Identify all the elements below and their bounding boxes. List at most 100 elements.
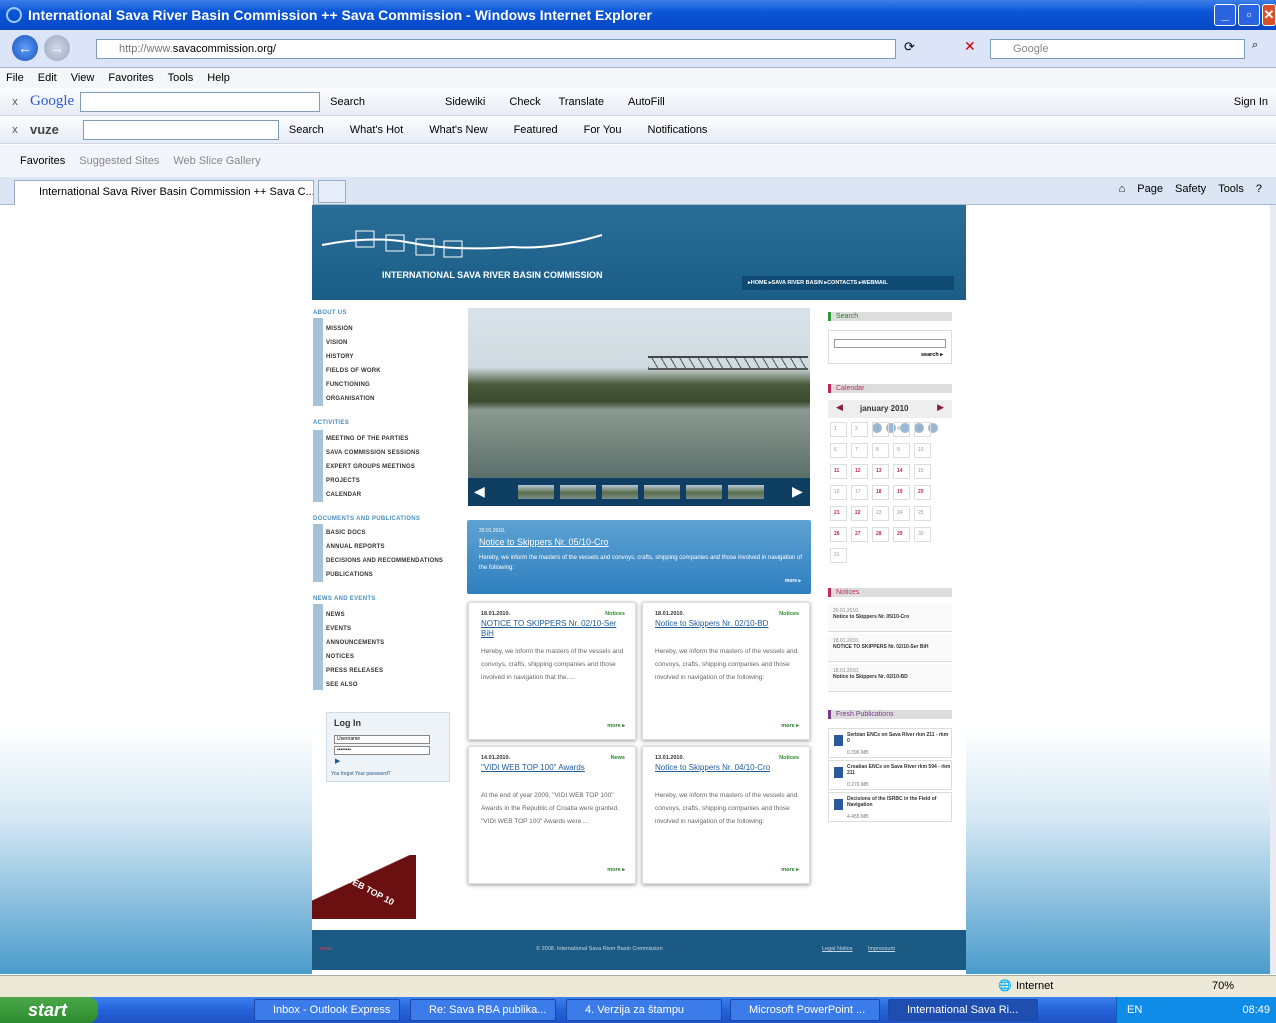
task-sava-rba[interactable]: Re: Sava RBA publika... <box>410 999 556 1021</box>
slide-thumb[interactable] <box>686 485 722 499</box>
calendar-day[interactable]: 20 <box>914 485 931 500</box>
card-more-link[interactable]: more ▸ <box>607 867 625 873</box>
site-search-button[interactable]: search ▸ <box>921 352 943 358</box>
calendar-day[interactable]: 21 <box>830 506 847 521</box>
whats-hot-button[interactable]: What's Hot <box>350 124 403 136</box>
card-title-link[interactable]: NOTICE TO SKIPPERS Nr. 02/10-Ser BiH <box>481 619 629 639</box>
legal-notice-link[interactable]: Legal Notice <box>822 946 853 952</box>
menu-see-also[interactable]: SEE ALSO <box>326 682 358 688</box>
close-button[interactable]: ✕ <box>1262 4 1276 26</box>
vuze-search-button[interactable]: Search <box>289 124 324 136</box>
slide-thumb[interactable] <box>602 485 638 499</box>
featured-more-link[interactable]: more ▸ <box>785 578 801 584</box>
for-you-button[interactable]: For You <box>584 124 622 136</box>
password-field[interactable]: •••••••• <box>334 746 430 755</box>
section-about-us[interactable]: ABOUT US <box>313 310 347 316</box>
prev-slide-icon[interactable]: ◀ <box>474 483 485 500</box>
help-icon[interactable]: ? <box>1256 183 1262 195</box>
task-ie-sava[interactable]: International Sava Ri... <box>888 999 1038 1021</box>
forward-icon[interactable]: → <box>44 35 70 61</box>
start-button[interactable]: start <box>0 997 98 1023</box>
language-indicator[interactable]: EN <box>1127 1004 1142 1016</box>
menu-view[interactable]: View <box>71 72 95 84</box>
publication-item[interactable]: Decisions of the ISRBC in the Field of N… <box>828 792 952 822</box>
vidi-award-badge[interactable]: VIDI WEB TOP 10 2009 <box>312 855 416 919</box>
favorites-button[interactable]: Favorites <box>20 155 65 167</box>
footer-brand[interactable]: neoo <box>320 946 332 952</box>
card-more-link[interactable]: more ▸ <box>607 723 625 729</box>
slide-thumb[interactable] <box>728 485 764 499</box>
publication-item[interactable]: Croatian ENCs on Sava River rkm 594 - rk… <box>828 760 952 790</box>
site-search-input[interactable] <box>834 339 946 348</box>
slide-thumb[interactable] <box>518 485 554 499</box>
google-search-button[interactable]: Search <box>330 96 365 108</box>
url-input[interactable]: http://www.savacommission.org/ <box>96 39 896 59</box>
menu-publications[interactable]: PUBLICATIONS <box>326 572 373 578</box>
close-toolbar-icon[interactable]: x <box>0 96 30 108</box>
slide-thumb[interactable] <box>644 485 680 499</box>
stop-icon[interactable]: ✕ <box>964 38 976 55</box>
menu-press-releases[interactable]: PRESS RELEASES <box>326 668 383 674</box>
tab-active[interactable]: International Sava River Basin Commissio… <box>14 180 314 205</box>
prev-month-icon[interactable]: ◀ <box>836 402 843 413</box>
task-outlook[interactable]: Inbox - Outlook Express <box>254 999 400 1021</box>
menu-commission-sessions[interactable]: SAVA COMMISSION SESSIONS <box>326 450 420 456</box>
menu-functioning[interactable]: FUNCTIONING <box>326 382 370 388</box>
menu-history[interactable]: HISTORY <box>326 354 354 360</box>
search-icon[interactable]: ⌕ <box>1252 39 1258 52</box>
impressum-link[interactable]: Impressum <box>868 946 895 952</box>
menu-help[interactable]: Help <box>207 72 230 84</box>
tools-menu[interactable]: Tools <box>1218 183 1244 195</box>
menu-projects[interactable]: PROJECTS <box>326 478 360 484</box>
menu-file[interactable]: File <box>6 72 24 84</box>
calendar-day[interactable]: 28 <box>872 527 889 542</box>
menu-expert-groups[interactable]: EXPERT GROUPS MEETINGS <box>326 464 415 470</box>
sign-in-button[interactable]: Sign In <box>1234 96 1268 108</box>
zoom-level[interactable]: 70% <box>1212 980 1234 992</box>
menu-events[interactable]: EVENTS <box>326 626 351 632</box>
section-documents[interactable]: DOCUMENTS AND PUBLICATIONS <box>313 516 420 522</box>
new-tab-button[interactable] <box>318 180 346 203</box>
next-month-icon[interactable]: ▶ <box>937 402 944 413</box>
publication-item[interactable]: Serbian ENCs on Sava River rkm 211 - rkm… <box>828 728 952 758</box>
calendar-day[interactable]: 29 <box>893 527 910 542</box>
task-powerpoint[interactable]: Microsoft PowerPoint ... <box>730 999 880 1021</box>
card-more-link[interactable]: more ▸ <box>781 867 799 873</box>
menu-favorites[interactable]: Favorites <box>108 72 153 84</box>
calendar-day[interactable]: 14 <box>893 464 910 479</box>
menu-news[interactable]: NEWS <box>326 612 345 618</box>
menu-decisions[interactable]: DECISIONS AND RECOMMENDATIONS <box>326 558 443 564</box>
section-news-events[interactable]: NEWS AND EVENTS <box>313 596 376 602</box>
card-title-link[interactable]: Notice to Skippers Nr. 02/10-BD <box>655 619 803 629</box>
next-slide-icon[interactable]: ▶ <box>792 483 803 500</box>
whats-new-button[interactable]: What's New <box>429 124 487 136</box>
close-toolbar-icon[interactable]: x <box>0 124 30 136</box>
page-menu[interactable]: Page <box>1137 183 1163 195</box>
menu-vision[interactable]: VISION <box>326 340 348 346</box>
featured-title-link[interactable]: Notice to Skippers Nr. 05/10-Cro <box>479 537 609 547</box>
back-icon[interactable]: ← <box>12 35 38 61</box>
username-field[interactable]: Username <box>334 735 430 744</box>
forgot-password-link[interactable]: You forgot Your password? <box>331 771 391 777</box>
featured-button[interactable]: Featured <box>514 124 558 136</box>
section-activities[interactable]: ACTIVITIES <box>313 420 349 426</box>
autofill-button[interactable]: AutoFill <box>628 96 665 108</box>
sidewiki-button[interactable]: Sidewiki <box>445 96 485 108</box>
login-submit-icon[interactable]: ▶ <box>335 757 340 765</box>
maximize-button[interactable]: ▫ <box>1238 4 1260 26</box>
calendar-day[interactable]: 18 <box>872 485 889 500</box>
site-top-nav[interactable]: ▸HOME ▸SAVA RIVER BASIN ▸CONTACTS ▸WEBMA… <box>742 276 954 290</box>
web-slice-gallery-link[interactable]: Web Slice Gallery <box>173 155 260 167</box>
task-verzija[interactable]: 4. Verzija za štampu <box>566 999 722 1021</box>
translate-button[interactable]: Translate <box>559 96 604 108</box>
menu-fields-of-work[interactable]: FIELDS OF WORK <box>326 368 381 374</box>
menu-annual-reports[interactable]: ANNUAL REPORTS <box>326 544 385 550</box>
menu-organisation[interactable]: ORGANISATION <box>326 396 375 402</box>
card-title-link[interactable]: "VIDI WEB TOP 100" Awards <box>481 763 629 773</box>
safety-menu[interactable]: Safety <box>1175 183 1206 195</box>
calendar-day[interactable]: 19 <box>893 485 910 500</box>
menu-mission[interactable]: MISSION <box>326 326 353 332</box>
minimize-button[interactable]: _ <box>1214 4 1236 26</box>
calendar-day[interactable]: 26 <box>830 527 847 542</box>
check-button[interactable]: Check <box>509 96 540 108</box>
